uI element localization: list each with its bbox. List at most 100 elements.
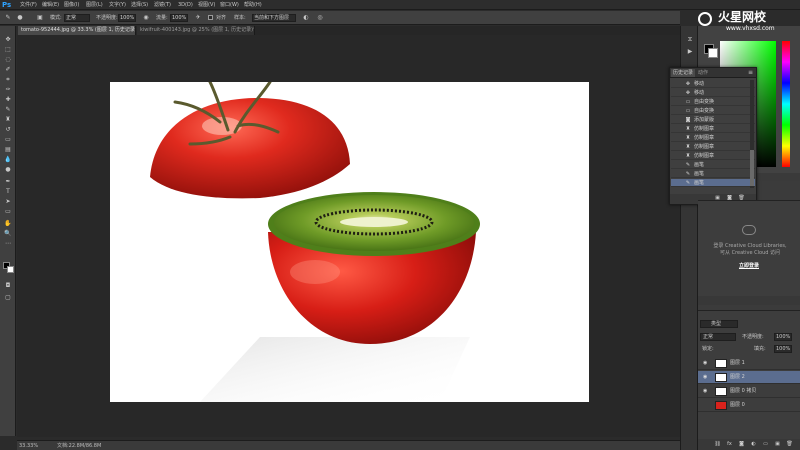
dodge-tool-icon[interactable]: ● <box>3 166 13 174</box>
lock-label: 锁定: <box>702 346 714 352</box>
blur-tool-icon[interactable]: 💧 <box>3 156 13 164</box>
layer-row[interactable]: ◉ 图层 1 <box>698 357 800 370</box>
background-color-swatch[interactable] <box>7 266 14 273</box>
new-group-icon[interactable]: ▭ <box>762 441 769 448</box>
history-state[interactable]: ♜ 仿制图章 <box>671 143 755 151</box>
menu-item[interactable]: 3D(D) <box>178 1 193 9</box>
adjustment-layer-icon[interactable]: ◐ <box>750 441 757 448</box>
move-icon: ✥ <box>685 81 691 87</box>
airbrush-icon[interactable]: ✈ <box>194 14 202 22</box>
history-brush-tool-icon[interactable]: ↺ <box>3 126 13 134</box>
screen-mode-icon[interactable]: ▢ <box>3 294 13 302</box>
clone-source-icon[interactable]: ▣ <box>36 14 44 22</box>
history-state[interactable]: ♜ 仿制图章 <box>671 134 755 142</box>
eraser-tool-icon[interactable]: ▭ <box>3 136 13 144</box>
brush-icon: ✎ <box>685 171 691 177</box>
pressure-size-icon[interactable]: ◎ <box>316 14 324 22</box>
document-canvas[interactable] <box>110 82 589 402</box>
history-state[interactable]: ▭ 自由变换 <box>671 107 755 115</box>
visibility-eye-icon[interactable] <box>703 402 709 409</box>
path-select-tool-icon[interactable]: ➤ <box>3 198 13 206</box>
lasso-tool-icon[interactable]: ◌ <box>3 56 13 64</box>
history-state[interactable]: ✥ 移动 <box>671 89 755 97</box>
mode-select[interactable]: 正常 <box>64 14 90 22</box>
healing-brush-tool-icon[interactable]: ✚ <box>3 96 13 104</box>
sign-in-link[interactable]: 立即登录 <box>728 263 770 270</box>
brush-tool-icon[interactable]: ✎ <box>4 14 12 22</box>
libraries-message-1: 登录 Creative Cloud Libraries, <box>713 243 787 249</box>
eyedropper-tool-icon[interactable]: ✑ <box>3 86 13 94</box>
menu-item[interactable]: 文件(F) <box>20 1 37 9</box>
marquee-tool-icon[interactable]: ⬚ <box>3 46 13 54</box>
move-tool-icon[interactable]: ✥ <box>3 36 13 44</box>
zoom-tool-icon[interactable]: 🔍 <box>3 230 13 238</box>
menu-item[interactable]: 图像(I) <box>64 1 79 9</box>
shape-tool-icon[interactable]: ▭ <box>3 208 13 216</box>
quick-select-tool-icon[interactable]: ✐ <box>3 66 13 74</box>
brush-tool-icon[interactable]: ✎ <box>3 106 13 114</box>
quick-mask-icon[interactable]: ◘ <box>3 282 13 290</box>
history-state[interactable]: ✎ 画笔 <box>671 179 755 187</box>
clone-stamp-tool-icon[interactable]: ♜ <box>3 116 13 124</box>
zoom-level[interactable]: 33.33% <box>19 442 38 450</box>
type-tool-icon[interactable]: T <box>3 188 13 196</box>
menu-item[interactable]: 滤镜(T) <box>154 1 171 9</box>
gradient-tool-icon[interactable]: ▤ <box>3 146 13 154</box>
flow-input[interactable]: 100% <box>170 14 188 22</box>
tab-tomato[interactable]: tomato-952444.jpg @ 33.3% (图层 1, 历史记录)* <box>18 26 136 35</box>
menu-item[interactable]: 图层(L) <box>86 1 103 9</box>
history-state[interactable]: ✥ 移动 <box>671 80 755 88</box>
menu-item[interactable]: 编辑(E) <box>42 1 59 9</box>
crop-tool-icon[interactable]: ⌗ <box>3 76 13 84</box>
layers-panel: 类型 正常 不透明度: 100% 锁定: 填充: 100% ◉ 图层 1 ◉ 图层 2… <box>698 310 800 450</box>
layer-row[interactable]: ◉ 图层 0 拷贝 <box>698 385 800 398</box>
history-state[interactable]: ✎ 画笔 <box>671 161 755 169</box>
link-layers-icon[interactable]: ⛓ <box>714 441 721 448</box>
background-swatch[interactable] <box>708 48 718 58</box>
hand-tool-icon[interactable]: ✋ <box>3 220 13 228</box>
history-state-label: 自由变换 <box>694 99 715 105</box>
edit-toolbar-icon[interactable]: ⋯ <box>3 240 13 248</box>
history-scrollbar[interactable] <box>750 80 754 188</box>
layer-style-icon[interactable]: fx <box>726 441 733 448</box>
history-state[interactable]: ♜ 仿制图章 <box>671 152 755 160</box>
tab-kiwifruit[interactable]: kiwifruit-400143.jpg @ 25% (图层 1, 历史记录)* <box>137 26 255 35</box>
pen-tool-icon[interactable]: ✒ <box>3 178 13 186</box>
tab-history[interactable]: 历史记录 <box>671 69 696 77</box>
actions-panel-icon[interactable]: ▶ <box>685 48 695 56</box>
history-state[interactable]: ♜ 仿制图章 <box>671 125 755 133</box>
layer-row[interactable]: ◉ 图层 2 <box>698 371 800 384</box>
blend-mode-select[interactable]: 正常 <box>700 333 736 341</box>
layer-opacity-input[interactable]: 100% <box>774 333 792 341</box>
visibility-eye-icon[interactable]: ◉ <box>703 360 709 367</box>
opacity-input[interactable]: 100% <box>118 14 136 22</box>
pressure-opacity-icon[interactable]: ◉ <box>142 14 150 22</box>
history-state[interactable]: ◙ 添加蒙版 <box>671 116 755 124</box>
visibility-eye-icon[interactable]: ◉ <box>703 374 709 381</box>
sample-select[interactable]: 当前和下方图层 <box>252 14 296 22</box>
history-state[interactable]: ✎ 画笔 <box>671 170 755 178</box>
menu-item[interactable]: 选择(S) <box>131 1 148 9</box>
document-size[interactable]: 文档:22.8M/86.8M <box>57 442 101 450</box>
fill-input[interactable]: 100% <box>774 345 792 353</box>
delete-layer-icon[interactable]: 🗑 <box>786 441 793 448</box>
panel-menu-icon[interactable]: ≡ <box>748 68 753 77</box>
menu-item[interactable]: 窗口(W) <box>220 1 239 9</box>
menu-item[interactable]: 视图(V) <box>198 1 215 9</box>
menu-item[interactable]: 帮助(H) <box>244 1 262 9</box>
layer-thumbnail <box>715 387 727 396</box>
move-icon: ✥ <box>685 90 691 96</box>
menu-item[interactable]: 文字(Y) <box>109 1 126 9</box>
align-checkbox[interactable] <box>208 15 213 20</box>
tab-actions[interactable]: 动作 <box>696 69 710 77</box>
add-mask-icon[interactable]: ◙ <box>738 441 745 448</box>
history-scroll-thumb[interactable] <box>750 150 754 186</box>
layer-filter-select[interactable]: 类型 <box>700 320 738 328</box>
new-layer-icon[interactable]: ▣ <box>774 441 781 448</box>
visibility-eye-icon[interactable]: ◉ <box>703 388 709 395</box>
layer-row[interactable]: 图层 0 <box>698 399 800 412</box>
ignore-adjustment-icon[interactable]: ◐ <box>302 14 310 22</box>
brush-preset-icon[interactable]: ● <box>16 14 24 22</box>
history-state[interactable]: ▭ 自由变换 <box>671 98 755 106</box>
hue-slider[interactable] <box>782 41 790 167</box>
